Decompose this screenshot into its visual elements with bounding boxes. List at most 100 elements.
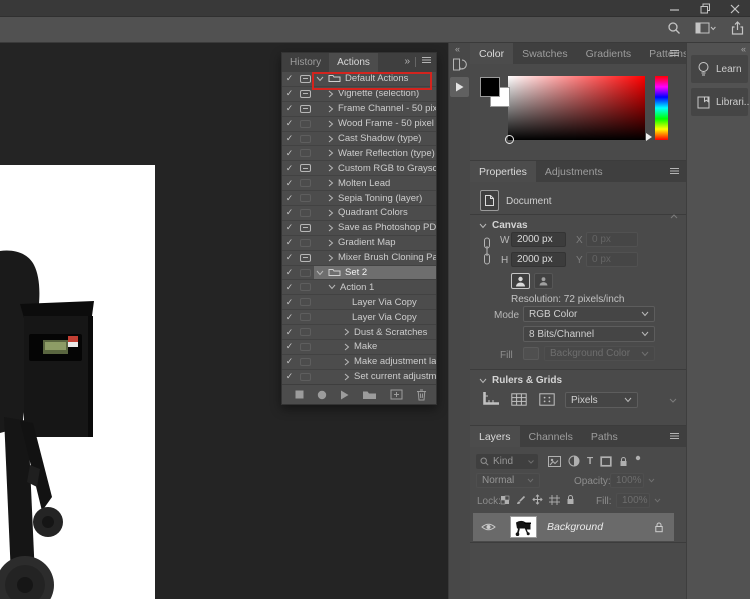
new-action-icon[interactable] <box>390 389 403 400</box>
lock-pixels-icon[interactable] <box>516 495 526 505</box>
rulers-grids-section-header[interactable]: Rulers & Grids <box>479 375 562 386</box>
lock-position-icon[interactable] <box>532 494 543 505</box>
action-row-wood-frame-50-pixel[interactable]: ✓ Wood Frame - 50 pixel <box>282 117 436 132</box>
collapse-panel-icon[interactable]: » <box>404 56 410 67</box>
stop-icon[interactable] <box>295 390 304 399</box>
include-checkmark-icon[interactable]: ✓ <box>282 221 297 235</box>
filter-adjustment-icon[interactable] <box>568 455 580 467</box>
action-row-save-as-photoshop-pdf[interactable]: ✓ Save as Photoshop PDF <box>282 221 436 236</box>
modal-dialog-toggle[interactable] <box>297 132 314 146</box>
action-row-cast-shadow-type[interactable]: ✓ Cast Shadow (type) <box>282 132 436 147</box>
panel-menu-icon[interactable] <box>669 49 680 60</box>
tab-layers[interactable]: Layers <box>470 426 520 447</box>
tab-color[interactable]: Color <box>470 43 514 64</box>
scroll-up-icon[interactable] <box>670 211 678 222</box>
canvas-document[interactable] <box>0 165 155 599</box>
include-checkmark-icon[interactable]: ✓ <box>282 251 297 265</box>
chevron-right-icon[interactable] <box>328 135 334 143</box>
tab-gradients[interactable]: Gradients <box>577 43 641 64</box>
action-row-layer-via-copy[interactable]: ✓ Layer Via Copy <box>282 295 436 311</box>
chevron-right-icon[interactable] <box>328 105 334 113</box>
include-checkmark-icon[interactable]: ✓ <box>282 191 297 205</box>
include-checkmark-icon[interactable]: ✓ <box>282 72 297 86</box>
workspace-switcher-icon[interactable] <box>695 22 717 38</box>
include-checkmark-icon[interactable]: ✓ <box>282 206 297 220</box>
action-row-default-actions[interactable]: ✓ Default Actions <box>282 72 436 87</box>
units-dropdown[interactable]: Pixels <box>565 392 638 408</box>
modal-dialog-toggle[interactable] <box>297 87 314 101</box>
filter-lock-icon[interactable] <box>619 456 628 467</box>
search-icon[interactable] <box>667 21 681 38</box>
action-row-quadrant-colors[interactable]: ✓ Quadrant Colors <box>282 206 436 221</box>
chevron-down-icon[interactable] <box>328 284 336 290</box>
filter-image-icon[interactable] <box>548 455 561 467</box>
action-row-dust-scratches[interactable]: ✓ Dust & Scratches <box>282 325 436 341</box>
modal-dialog-toggle[interactable] <box>297 117 314 131</box>
tab-adjustments[interactable]: Adjustments <box>536 161 612 182</box>
chevron-right-icon[interactable] <box>328 239 334 247</box>
filter-type-icon[interactable]: T <box>587 456 593 467</box>
panel-menu-icon[interactable] <box>669 167 680 178</box>
link-dimensions-icon[interactable] <box>482 237 492 268</box>
action-row-water-reflection-type[interactable]: ✓ Water Reflection (type) <box>282 146 436 162</box>
include-checkmark-icon[interactable]: ✓ <box>282 176 297 190</box>
include-checkmark-icon[interactable]: ✓ <box>282 295 297 309</box>
chevron-right-icon[interactable] <box>344 358 350 366</box>
include-checkmark-icon[interactable]: ✓ <box>282 87 297 101</box>
tab-swatches[interactable]: Swatches <box>513 43 577 64</box>
tab-history[interactable]: History <box>282 53 329 72</box>
include-checkmark-icon[interactable]: ✓ <box>282 280 297 294</box>
modal-dialog-toggle[interactable] <box>297 355 314 369</box>
action-row-set-2[interactable]: ✓ Set 2 <box>282 265 436 281</box>
scroll-down-icon[interactable] <box>669 395 677 406</box>
action-row-frame-channel-50-pixel[interactable]: ✓ Frame Channel - 50 pixel <box>282 102 436 117</box>
chevron-right-icon[interactable] <box>328 179 334 187</box>
modal-dialog-toggle[interactable] <box>297 72 314 86</box>
corner-ruler-icon[interactable] <box>482 392 499 406</box>
toggle-dot-icon[interactable] <box>635 455 641 467</box>
action-row-vignette-selection[interactable]: ✓ Vignette (selection) <box>282 87 436 102</box>
delete-icon[interactable] <box>416 389 427 401</box>
foreground-color-swatch[interactable] <box>480 77 500 97</box>
action-row-action-1[interactable]: ✓ Action 1 <box>282 280 436 296</box>
tab-properties[interactable]: Properties <box>470 161 536 182</box>
panel-menu-icon[interactable] <box>669 432 680 443</box>
chevron-right-icon[interactable] <box>328 164 334 172</box>
chevron-right-icon[interactable] <box>344 343 350 351</box>
include-checkmark-icon[interactable]: ✓ <box>282 102 297 116</box>
lock-transparency-icon[interactable] <box>500 495 510 505</box>
include-checkmark-icon[interactable]: ✓ <box>282 370 297 384</box>
modal-dialog-toggle[interactable] <box>297 102 314 116</box>
lock-artboard-icon[interactable] <box>549 494 560 505</box>
modal-dialog-toggle[interactable] <box>297 340 314 354</box>
include-checkmark-icon[interactable]: ✓ <box>282 146 297 160</box>
restore-button[interactable] <box>698 2 712 16</box>
modal-dialog-toggle[interactable] <box>297 191 314 205</box>
modal-dialog-toggle[interactable] <box>297 266 314 280</box>
modal-dialog-toggle[interactable] <box>297 161 314 175</box>
action-row-gradient-map[interactable]: ✓ Gradient Map <box>282 236 436 251</box>
rail-item-librari[interactable]: Librari... <box>691 88 750 116</box>
chevron-right-icon[interactable] <box>328 149 334 157</box>
record-icon[interactable] <box>317 390 327 400</box>
action-row-sepia-toning-layer[interactable]: ✓ Sepia Toning (layer) <box>282 191 436 207</box>
orientation-landscape-button[interactable] <box>534 273 553 289</box>
action-row-make[interactable]: ✓ Make <box>282 340 436 355</box>
modal-dialog-toggle[interactable] <box>297 176 314 190</box>
modal-dialog-toggle[interactable] <box>297 251 314 265</box>
action-row-mixer-brush-cloning-paint[interactable]: ✓ Mixer Brush Cloning Paint ... <box>282 251 436 266</box>
modal-dialog-toggle[interactable] <box>297 280 314 294</box>
new-set-icon[interactable] <box>362 389 377 400</box>
dot-grid-icon[interactable] <box>539 392 555 406</box>
filter-frame-icon[interactable] <box>600 455 612 467</box>
play-icon[interactable] <box>340 390 349 400</box>
close-button[interactable] <box>728 2 742 16</box>
modal-dialog-toggle[interactable] <box>297 370 314 384</box>
action-row-layer-via-copy[interactable]: ✓ Layer Via Copy <box>282 310 436 326</box>
height-field[interactable]: 2000 px <box>511 252 566 267</box>
chevron-right-icon[interactable] <box>328 120 334 128</box>
chevron-right-icon[interactable] <box>344 328 350 336</box>
include-checkmark-icon[interactable]: ✓ <box>282 340 297 354</box>
layer-row-background[interactable]: Background <box>473 513 674 541</box>
chevron-right-icon[interactable] <box>328 90 334 98</box>
